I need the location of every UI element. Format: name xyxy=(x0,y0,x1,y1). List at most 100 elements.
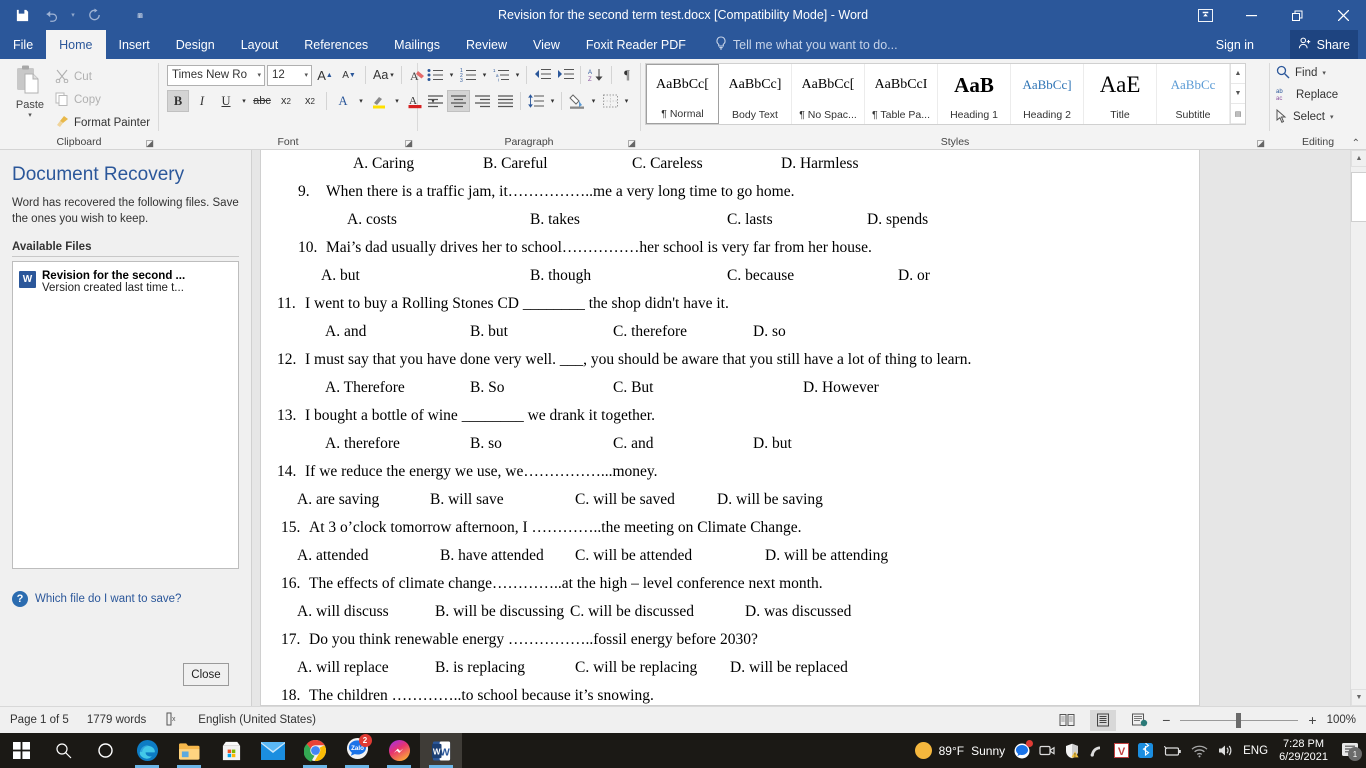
bullets-icon[interactable] xyxy=(424,64,446,86)
close-recovery-button[interactable]: Close xyxy=(183,663,229,686)
redo-icon[interactable] xyxy=(80,3,108,27)
align-left-icon[interactable] xyxy=(424,90,446,112)
cut-button[interactable]: Cut xyxy=(55,67,150,87)
web-layout-icon[interactable] xyxy=(1126,710,1152,731)
weather-widget[interactable]: 89°F Sunny xyxy=(914,742,1005,759)
sign-in-button[interactable]: Sign in xyxy=(1216,30,1254,59)
decrease-indent-icon[interactable] xyxy=(531,64,553,86)
align-right-icon[interactable] xyxy=(471,90,493,112)
clipboard-dialog-launcher-icon[interactable]: ◪ xyxy=(145,138,154,149)
ribbon-display-options-icon[interactable] xyxy=(1182,0,1228,30)
borders-icon[interactable] xyxy=(599,90,621,112)
multilevel-dropdown-icon[interactable]: ▾ xyxy=(513,64,522,86)
zalo-tray-icon[interactable] xyxy=(1014,739,1034,759)
replace-button[interactable]: ab ac Replace xyxy=(1276,85,1338,105)
zoom-in-button[interactable]: + xyxy=(1308,712,1316,728)
zoom-slider-thumb[interactable] xyxy=(1236,712,1242,728)
start-icon[interactable] xyxy=(0,733,42,768)
font-name-dropdown-icon[interactable]: ▾ xyxy=(257,71,264,79)
tab-foxit-reader-pdf[interactable]: Foxit Reader PDF xyxy=(573,30,699,59)
style-heading-2[interactable]: AaBbCc] Heading 2 xyxy=(1011,64,1084,124)
text-effects-dropdown-icon[interactable]: ▾ xyxy=(356,90,366,112)
notifications-icon[interactable]: 1 xyxy=(1341,742,1362,761)
styles-scroll-down-icon[interactable]: ▼ xyxy=(1231,84,1245,104)
language-status[interactable]: English (United States) xyxy=(198,714,316,726)
document-page[interactable]: A. Caring B. Careful C. Careless D. Harmles… xyxy=(260,150,1200,706)
zalo-icon[interactable]: Zalo 2 xyxy=(336,733,378,768)
font-size-input[interactable]: 12 ▾ xyxy=(267,64,312,86)
proofing-errors-icon[interactable]: x xyxy=(164,712,180,729)
network-dish-icon[interactable] xyxy=(1089,743,1105,758)
subscript-button[interactable]: x2 xyxy=(275,90,297,112)
borders-dropdown-icon[interactable]: ▾ xyxy=(622,90,631,112)
scroll-down-icon[interactable]: ▼ xyxy=(1351,689,1366,706)
line-spacing-dropdown-icon[interactable]: ▾ xyxy=(548,90,557,112)
font-name-input[interactable]: Times New Ro ▾ xyxy=(167,64,265,86)
sort-icon[interactable]: AZ xyxy=(585,64,607,86)
italic-button[interactable]: I xyxy=(191,90,213,112)
collapse-ribbon-icon[interactable]: ⌃ xyxy=(1352,138,1360,149)
superscript-button[interactable]: x2 xyxy=(299,90,321,112)
find-dropdown-icon[interactable]: ▾ xyxy=(1322,69,1326,77)
tell-me-search[interactable]: Tell me what you want to do... xyxy=(699,30,898,59)
security-warning-icon[interactable]: ! xyxy=(1064,743,1080,759)
format-painter-button[interactable]: Format Painter xyxy=(55,113,150,133)
undo-dropdown-icon[interactable]: ▾ xyxy=(68,3,78,27)
mail-icon[interactable] xyxy=(252,733,294,768)
align-center-icon[interactable] xyxy=(447,90,470,112)
styles-gallery-scrollbar[interactable]: ▲ ▼ ▤ xyxy=(1230,64,1245,124)
page-number-status[interactable]: Page 1 of 5 xyxy=(10,714,69,726)
paragraph-dialog-launcher-icon[interactable]: ◪ xyxy=(627,138,636,149)
search-icon[interactable] xyxy=(42,733,84,768)
shading-icon[interactable] xyxy=(566,90,588,112)
style-heading-1[interactable]: AaB Heading 1 xyxy=(938,64,1011,124)
style-table-paragraph[interactable]: AaBbCcI ¶ Table Pa... xyxy=(865,64,938,124)
style-subtitle[interactable]: AaBbCc Subtitle xyxy=(1157,64,1230,124)
tab-view[interactable]: View xyxy=(520,30,573,59)
numbering-icon[interactable]: 123 xyxy=(457,64,479,86)
recovery-help-link[interactable]: ? Which file do I want to save? xyxy=(12,591,239,608)
highlight-color-icon[interactable] xyxy=(368,90,390,112)
minimize-button[interactable] xyxy=(1228,0,1274,30)
camera-tray-icon[interactable] xyxy=(1039,743,1055,758)
shrink-font-button[interactable]: A ▼ xyxy=(338,64,360,86)
line-spacing-icon[interactable] xyxy=(525,90,547,112)
font-size-dropdown-icon[interactable]: ▾ xyxy=(304,71,311,79)
justify-icon[interactable] xyxy=(494,90,516,112)
messenger-icon[interactable] xyxy=(378,733,420,768)
style-normal[interactable]: AaBbCc[ ¶ Normal xyxy=(646,64,719,124)
v-app-icon[interactable]: V xyxy=(1114,743,1130,758)
tab-insert[interactable]: Insert xyxy=(106,30,163,59)
volume-icon[interactable] xyxy=(1217,743,1234,758)
tab-file[interactable]: File xyxy=(0,30,46,59)
chrome-icon[interactable] xyxy=(294,733,336,768)
scroll-up-icon[interactable]: ▲ xyxy=(1351,150,1366,167)
language-indicator[interactable]: ENG xyxy=(1243,745,1268,757)
select-button[interactable]: Select ▾ xyxy=(1276,107,1333,127)
undo-icon[interactable] xyxy=(38,3,66,27)
word-count-status[interactable]: 1779 words xyxy=(87,714,146,726)
underline-dropdown-icon[interactable]: ▾ xyxy=(239,90,249,112)
tab-home[interactable]: Home xyxy=(46,30,106,59)
customize-quick-access-icon[interactable]: ⩎ xyxy=(126,3,154,27)
tab-references[interactable]: References xyxy=(291,30,381,59)
paste-dropdown-icon[interactable]: ▾ xyxy=(28,111,32,119)
increase-indent-icon[interactable] xyxy=(554,64,576,86)
clock[interactable]: 7:28 PM 6/29/2021 xyxy=(1277,738,1330,763)
strikethrough-button[interactable]: abc xyxy=(251,90,273,112)
battery-icon[interactable] xyxy=(1162,744,1182,758)
scrollbar-thumb[interactable] xyxy=(1351,172,1366,222)
zoom-level-label[interactable]: 100% xyxy=(1327,714,1356,726)
list-item[interactable]: W Revision for the second ... Version cr… xyxy=(17,266,234,298)
change-case-button[interactable]: Aa ▾ xyxy=(371,64,396,86)
read-mode-icon[interactable] xyxy=(1054,710,1080,731)
vertical-scrollbar[interactable]: ▲ ▼ xyxy=(1350,150,1366,706)
styles-more-icon[interactable]: ▤ xyxy=(1231,104,1245,124)
style-body-text[interactable]: AaBbCc] Body Text xyxy=(719,64,792,124)
tab-mailings[interactable]: Mailings xyxy=(381,30,453,59)
tab-layout[interactable]: Layout xyxy=(228,30,292,59)
copy-button[interactable]: Copy xyxy=(55,90,150,110)
underline-button[interactable]: U xyxy=(215,90,237,112)
word-icon[interactable]: WW xyxy=(420,733,462,768)
show-formatting-marks-icon[interactable]: ¶ xyxy=(616,64,638,86)
